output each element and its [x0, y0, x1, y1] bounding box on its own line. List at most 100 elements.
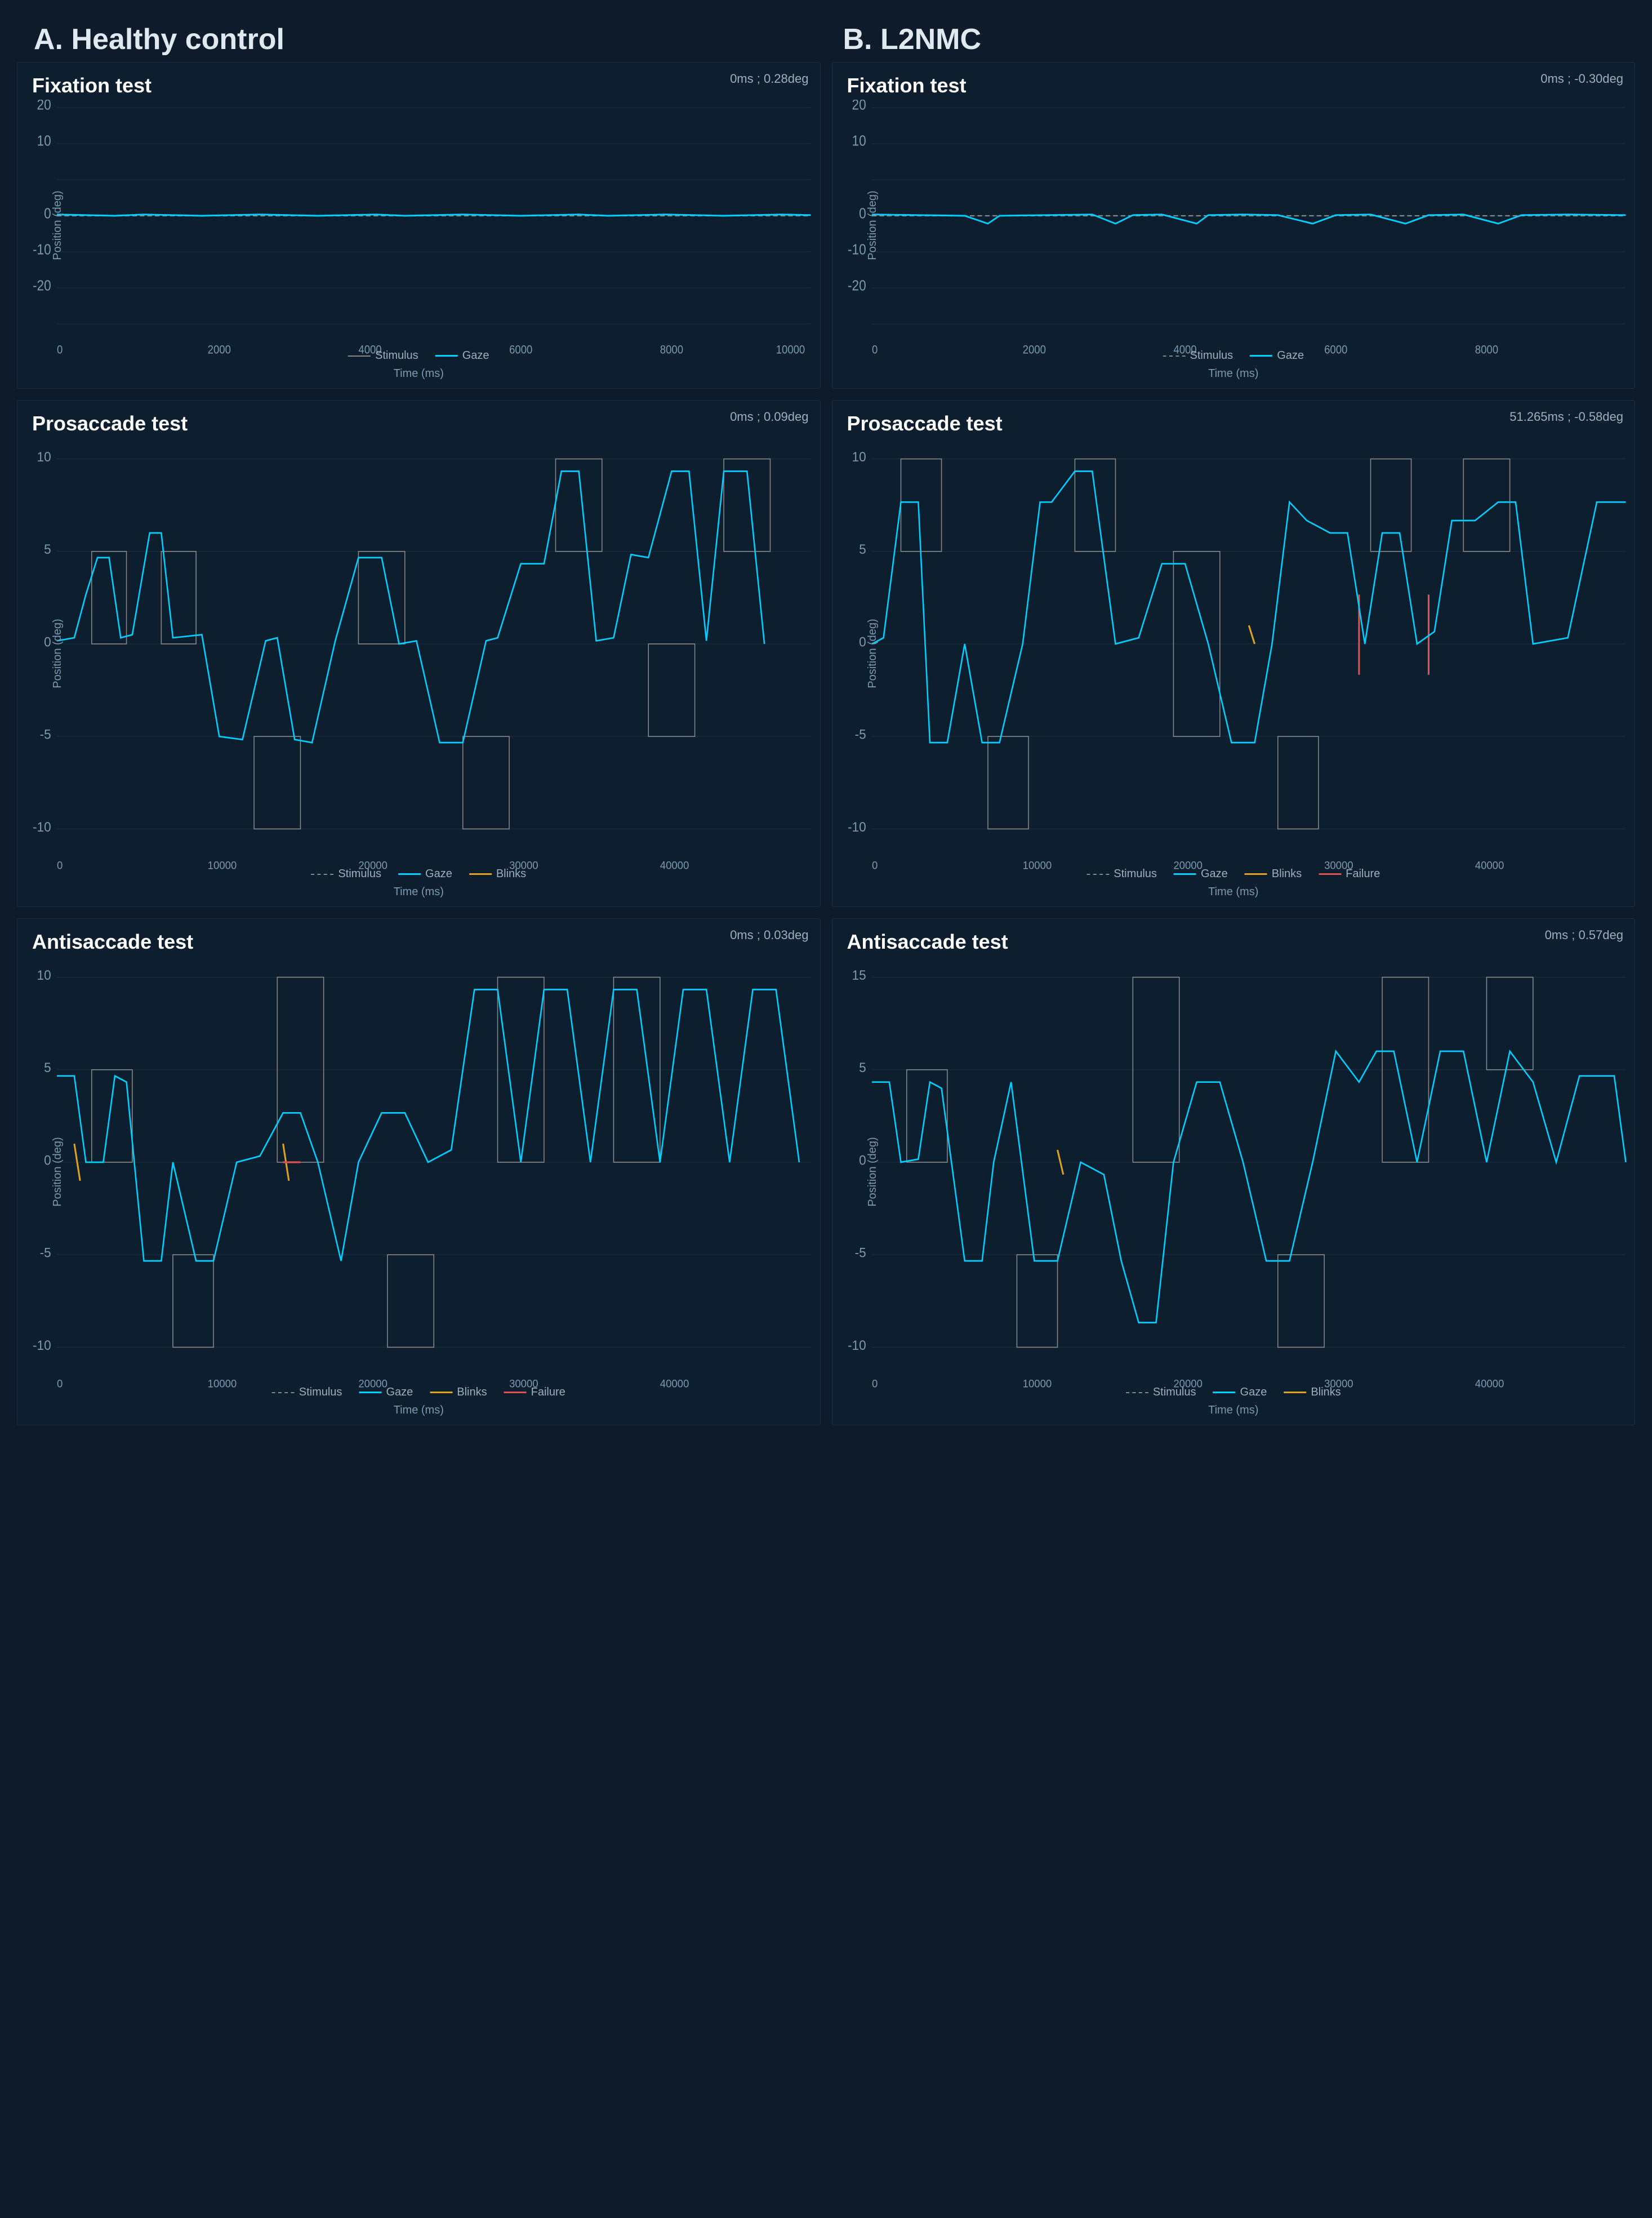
prosaccade-left-ylabel: Position (deg)	[51, 619, 64, 688]
failure-line	[1319, 873, 1341, 875]
gaze-line	[398, 873, 421, 875]
svg-text:10: 10	[852, 133, 866, 149]
fixation-left-xlabel: Time (ms)	[394, 367, 444, 380]
blinks-line	[469, 873, 492, 875]
svg-text:0: 0	[57, 860, 63, 872]
svg-text:2000: 2000	[1022, 343, 1045, 356]
svg-text:0: 0	[57, 1378, 63, 1390]
svg-text:-10: -10	[33, 819, 51, 834]
svg-text:5: 5	[44, 542, 51, 557]
fixation-left-title: Fixation test	[26, 72, 157, 100]
svg-text:10: 10	[852, 449, 866, 464]
prosaccade-right-ylabel: Position (deg)	[866, 619, 879, 688]
gaze-label: Gaze	[1277, 349, 1304, 362]
fixation-right-xlabel: Time (ms)	[1208, 367, 1258, 380]
prosaccade-right-xlabel: Time (ms)	[1208, 886, 1258, 899]
svg-text:10: 10	[37, 449, 51, 464]
fixation-left-cursor: 0ms ; 0.28deg	[730, 72, 808, 86]
prosaccade-left-title: Prosaccade test	[26, 410, 193, 438]
antisaccade-right-panel: Antisaccade test 0ms ; 0.57deg Position …	[832, 918, 1636, 1425]
fixation-left-chart: 20 10 0 -10 -20 0 2000 4000 6000 8000 10…	[57, 72, 811, 360]
prosaccade-right-legend: Stimulus Gaze Blinks Failure	[1087, 868, 1380, 881]
antisaccade-row: Antisaccade test 0ms ; 0.03deg Position …	[17, 918, 1635, 1425]
antisaccade-left-legend: Stimulus Gaze Blinks Failure	[272, 1386, 565, 1399]
svg-text:10: 10	[37, 133, 51, 149]
svg-text:10: 10	[37, 967, 51, 983]
blinks-line	[430, 1392, 452, 1393]
blinks-line	[1245, 873, 1267, 875]
prosaccade-right-title: Prosaccade test	[841, 410, 1008, 438]
svg-text:0: 0	[859, 634, 866, 650]
legend-stimulus: Stimulus	[348, 349, 418, 362]
stimulus-line	[1087, 874, 1109, 875]
svg-text:40000: 40000	[660, 860, 689, 872]
svg-text:8000: 8000	[1475, 343, 1498, 356]
svg-text:5: 5	[859, 1060, 866, 1075]
blinks-line	[1284, 1392, 1306, 1393]
antisaccade-right-legend: Stimulus Gaze Blinks	[1126, 1386, 1341, 1399]
fixation-right-ylabel: Position (deg)	[866, 190, 879, 260]
failure-line	[504, 1392, 527, 1393]
gaze-line	[1250, 355, 1272, 357]
svg-text:15: 15	[852, 967, 866, 983]
fixation-right-title: Fixation test	[841, 72, 972, 100]
svg-text:-5: -5	[854, 1245, 866, 1260]
stimulus-line	[311, 874, 333, 875]
fixation-right-cursor: 0ms ; -0.30deg	[1540, 72, 1623, 86]
fixation-row: Fixation test 0ms ; 0.28deg Position (de…	[17, 62, 1635, 389]
svg-text:-10: -10	[847, 819, 866, 834]
prosaccade-left-panel: Prosaccade test 0ms ; 0.09deg Position (…	[17, 400, 821, 907]
svg-text:10000: 10000	[776, 343, 805, 356]
svg-text:2000: 2000	[208, 343, 231, 356]
svg-text:-5: -5	[854, 727, 866, 742]
antisaccade-left-xlabel: Time (ms)	[394, 1404, 444, 1417]
fixation-left-legend: Stimulus Gaze	[348, 349, 489, 362]
prosaccade-row: Prosaccade test 0ms ; 0.09deg Position (…	[17, 400, 1635, 907]
stimulus-label: Stimulus	[375, 349, 418, 362]
svg-text:40000: 40000	[1475, 1378, 1503, 1390]
antisaccade-left-panel: Antisaccade test 0ms ; 0.03deg Position …	[17, 918, 821, 1425]
prosaccade-left-legend: Stimulus Gaze Blinks	[311, 868, 526, 881]
svg-text:8000: 8000	[660, 343, 683, 356]
svg-text:6000: 6000	[1324, 343, 1347, 356]
antisaccade-right-xlabel: Time (ms)	[1208, 1404, 1258, 1417]
antisaccade-left-chart: 10 5 0 -5 -10 0 10000 20000 30000 40000	[57, 928, 811, 1397]
prosaccade-right-cursor: 51.265ms ; -0.58deg	[1509, 410, 1623, 424]
antisaccade-left-title: Antisaccade test	[26, 928, 199, 956]
stimulus-line	[1163, 355, 1185, 357]
stimulus-line	[272, 1392, 295, 1393]
antisaccade-right-ylabel: Position (deg)	[866, 1137, 879, 1206]
prosaccade-left-cursor: 0ms ; 0.09deg	[730, 410, 808, 424]
stimulus-line	[348, 355, 371, 357]
svg-text:-10: -10	[847, 242, 866, 258]
svg-text:-20: -20	[847, 278, 866, 294]
gaze-label: Gaze	[462, 349, 489, 362]
svg-text:40000: 40000	[1475, 860, 1503, 872]
prosaccade-left-chart: 10 5 0 -5 -10 0 10000 20000 30000 40000	[57, 410, 811, 878]
svg-text:0: 0	[872, 860, 878, 872]
prosaccade-left-xlabel: Time (ms)	[394, 886, 444, 899]
page-container: A. Healthy control B. L2NMC Fixation tes…	[0, 0, 1652, 1459]
legend-gaze: Gaze	[435, 349, 489, 362]
antisaccade-right-title: Antisaccade test	[841, 928, 1014, 956]
legend-stimulus: Stimulus	[1163, 349, 1233, 362]
gaze-line	[1213, 1392, 1236, 1393]
svg-text:0: 0	[57, 343, 63, 356]
svg-text:-5: -5	[40, 727, 51, 742]
stimulus-line	[1126, 1392, 1148, 1393]
svg-text:10000: 10000	[1022, 1378, 1051, 1390]
antisaccade-right-chart: 15 5 0 -5 -10 0 10000 20000 30000 40000	[872, 928, 1626, 1397]
prosaccade-right-panel: Prosaccade test 51.265ms ; -0.58deg Posi…	[832, 400, 1636, 907]
fixation-right-chart: 20 10 0 -10 -20 0 2000 4000 6000 8000	[872, 72, 1626, 360]
svg-text:10000: 10000	[208, 860, 237, 872]
svg-text:-10: -10	[33, 242, 51, 258]
antisaccade-left-cursor: 0ms ; 0.03deg	[730, 928, 808, 943]
svg-text:6000: 6000	[509, 343, 532, 356]
column-headers: A. Healthy control B. L2NMC	[17, 23, 1635, 56]
stimulus-label: Stimulus	[1190, 349, 1233, 362]
svg-text:10000: 10000	[1022, 860, 1051, 872]
gaze-line	[359, 1392, 381, 1393]
svg-text:-10: -10	[33, 1337, 51, 1353]
prosaccade-right-chart: 10 5 0 -5 -10 0 10000 20000 30000 40000	[872, 410, 1626, 878]
legend-gaze: Gaze	[1250, 349, 1304, 362]
